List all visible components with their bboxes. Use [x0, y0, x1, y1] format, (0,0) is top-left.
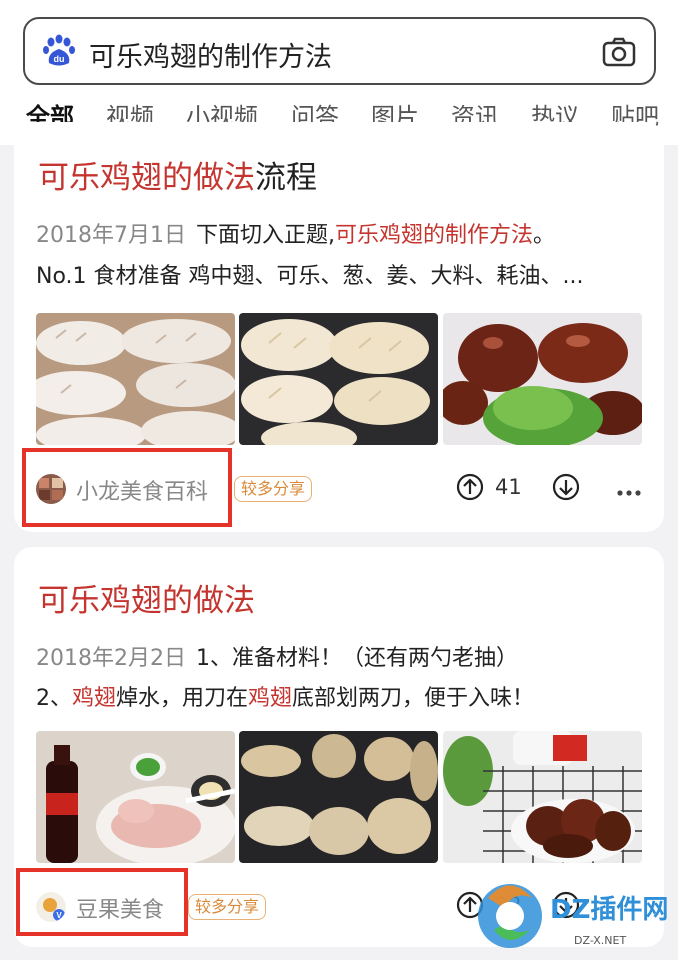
- result-snippet-line: 2018年2月2日 1、准备材料！（还有两勺老抽）: [36, 640, 518, 672]
- baidu-paw-icon[interactable]: du: [41, 33, 77, 69]
- result-date: 2018年7月1日: [36, 223, 186, 248]
- result-snippet-line: 2、鸡翅焯水，用刀在鸡翅底部划两刀，便于入味！: [36, 680, 534, 712]
- more-icon[interactable]: [615, 483, 643, 496]
- result-title[interactable]: 可乐鸡翅的做法流程: [38, 152, 317, 197]
- snippet-text: 2、: [36, 686, 72, 711]
- svg-text:du: du: [54, 54, 65, 64]
- site-watermark: DZ插件网 DZ-X.NET: [474, 868, 674, 958]
- snippet-text: 焯水，用刀在: [116, 686, 249, 711]
- search-box[interactable]: du 可乐鸡翅的制作方法: [23, 17, 656, 85]
- snippet-highlight: 可乐鸡翅的制作方法: [334, 223, 533, 248]
- cola-and-raw-wings-image[interactable]: [36, 731, 235, 863]
- snippet-text: 1、准备材料！（还有两勺老抽）: [195, 646, 518, 671]
- glazed-cola-wings-image[interactable]: [443, 313, 642, 445]
- annotation-highlight-box: [22, 448, 232, 527]
- upvote-count: 41: [495, 475, 522, 499]
- snippet-text: 下面切入正题,: [195, 223, 335, 248]
- share-badge: 较多分享: [234, 476, 313, 502]
- annotation-highlight-box: [16, 868, 188, 936]
- raw-chicken-wings-image[interactable]: [36, 313, 235, 445]
- upvote-icon[interactable]: [456, 473, 484, 501]
- search-query-text[interactable]: 可乐鸡翅的制作方法: [89, 35, 332, 74]
- downvote-icon[interactable]: [552, 473, 580, 501]
- watermark-url: DZ-X.NET: [574, 934, 626, 947]
- title-highlight: 可乐鸡翅的做法: [38, 160, 255, 196]
- result-date: 2018年2月2日: [36, 646, 186, 671]
- snippet-highlight: 鸡翅: [248, 686, 293, 711]
- snippet-text: 底部划两刀，便于入味！: [292, 686, 535, 711]
- snippet-highlight: 鸡翅: [72, 686, 117, 711]
- wings-frying-image[interactable]: [239, 731, 438, 863]
- result-title[interactable]: 可乐鸡翅的做法: [38, 575, 255, 620]
- result-images: [36, 731, 642, 863]
- share-badge: 较多分享: [188, 894, 267, 920]
- watermark-logo-text: DZ插件网: [550, 895, 668, 925]
- finished-wings-image[interactable]: [443, 731, 642, 863]
- title-rest: 流程: [255, 160, 317, 196]
- snippet-text: 。: [533, 223, 556, 248]
- result-snippet-line: No.1 食材准备 鸡中翅、可乐、葱、姜、大料、耗油、...: [36, 264, 584, 289]
- camera-icon[interactable]: [602, 37, 636, 67]
- result-snippet-line: 2018年7月1日 下面切入正题,可乐鸡翅的制作方法。: [36, 217, 555, 249]
- result-images: [36, 313, 642, 445]
- title-highlight: 可乐鸡翅的做法: [38, 583, 255, 619]
- result-card[interactable]: 可乐鸡翅的做法流程 2018年7月1日 下面切入正题,可乐鸡翅的制作方法。 No.…: [14, 122, 664, 532]
- wings-in-pan-image[interactable]: [239, 313, 438, 445]
